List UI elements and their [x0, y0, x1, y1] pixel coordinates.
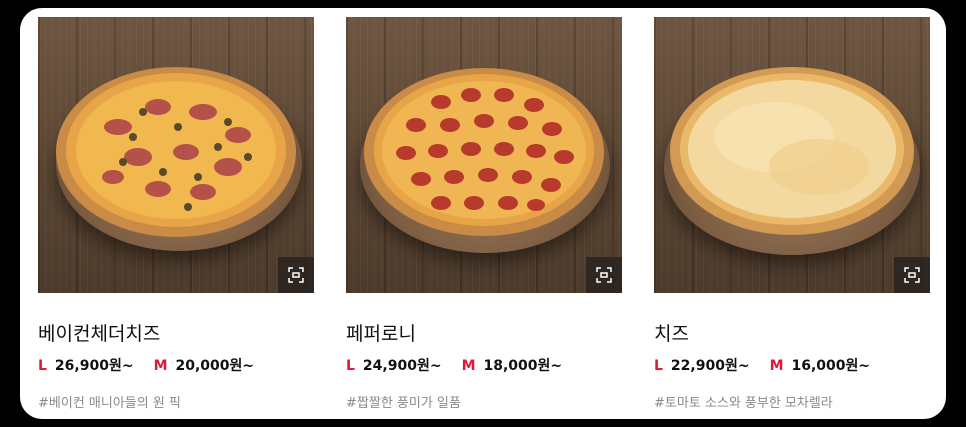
size-label-l: L — [38, 358, 47, 374]
product-tag: #토마토 소스와 풍부한 모차렐라 — [654, 396, 833, 411]
expand-icon — [596, 267, 612, 283]
product-image[interactable] — [38, 17, 314, 293]
price-m: 16,000원~ — [791, 358, 871, 374]
size-label-m: M — [461, 358, 476, 374]
pizza-illustration — [670, 67, 914, 235]
pizza-illustration — [56, 67, 296, 237]
product-tag: #베이컨 매니아들의 원 픽 — [38, 396, 181, 411]
price-m: 18,000원~ — [483, 358, 563, 374]
size-label-m: M — [153, 358, 168, 374]
price-list: L 24,900원~ M 18,000원~ — [346, 355, 562, 375]
product-name[interactable]: 페퍼로니 — [346, 319, 416, 346]
price-list: L 26,900원~ M 20,000원~ — [38, 355, 254, 375]
product-card-cheese[interactable]: 치즈 L 22,900원~ M 16,000원~ #토마토 소스와 풍부한 모차렐라 — [654, 17, 930, 411]
product-card-pepperoni[interactable]: 페퍼로니 L 24,900원~ M 18,000원~ #짭짤한 풍미가 일품 — [346, 17, 622, 411]
price-l: 24,900원~ — [362, 358, 442, 374]
price-m: 20,000원~ — [175, 358, 255, 374]
expand-icon — [904, 267, 920, 283]
size-label-l: L — [346, 358, 355, 374]
product-name[interactable]: 치즈 — [654, 319, 689, 346]
pizza-illustration — [364, 68, 604, 236]
product-name[interactable]: 베이컨체더치즈 — [38, 319, 160, 346]
size-label-m: M — [769, 358, 784, 374]
zoom-button[interactable] — [586, 257, 622, 293]
price-list: L 22,900원~ M 16,000원~ — [654, 355, 870, 375]
zoom-button[interactable] — [278, 257, 314, 293]
price-l: 22,900원~ — [670, 358, 750, 374]
price-l: 26,900원~ — [54, 358, 134, 374]
product-panel: 베이컨체더치즈 L 26,900원~ M 20,000원~ #베이컨 매니아들의 원 … — [20, 8, 946, 419]
product-card-bacon-cheddar[interactable]: 베이컨체더치즈 L 26,900원~ M 20,000원~ #베이컨 매니아들의 원 … — [38, 17, 314, 411]
size-label-l: L — [654, 358, 663, 374]
product-tag: #짭짤한 풍미가 일품 — [346, 396, 461, 411]
expand-icon — [288, 267, 304, 283]
product-image[interactable] — [346, 17, 622, 293]
zoom-button[interactable] — [894, 257, 930, 293]
product-image[interactable] — [654, 17, 930, 293]
